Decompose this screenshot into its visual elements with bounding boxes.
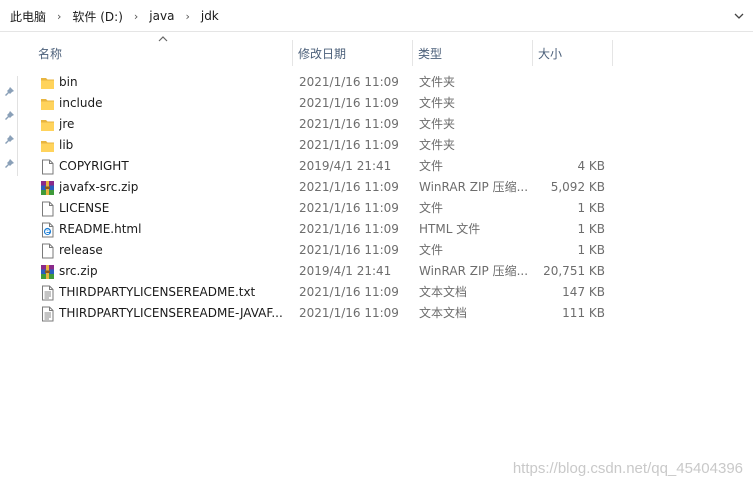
winrar-archive-icon [40, 264, 55, 280]
text-file-icon [40, 306, 55, 322]
address-bar[interactable]: 此电脑 › 软件 (D:) › java › jdk [0, 0, 753, 32]
file-name[interactable]: THIRDPARTYLICENSEREADME-JAVAF... [59, 303, 289, 324]
file-type: 文件夹 [419, 96, 456, 110]
column-divider[interactable] [612, 40, 613, 66]
file-date: 2019/4/1 21:41 [299, 159, 392, 173]
file-date: 2021/1/16 11:09 [299, 138, 399, 152]
file-name[interactable]: THIRDPARTYLICENSEREADME.txt [59, 282, 289, 303]
chevron-right-icon[interactable]: › [125, 10, 147, 23]
file-name[interactable]: src.zip [59, 261, 289, 282]
folder-icon [40, 138, 55, 154]
file-type: 文件 [419, 159, 444, 173]
file-name[interactable]: COPYRIGHT [59, 156, 289, 177]
file-type: WinRAR ZIP 压缩... [419, 180, 529, 194]
breadcrumb-drive-d[interactable]: 软件 (D:) [70, 8, 124, 25]
file-name[interactable]: bin [59, 72, 289, 93]
watermark: https://blog.csdn.net/qq_45404396 [512, 460, 743, 477]
breadcrumb-java[interactable]: java [147, 9, 176, 23]
chevron-down-icon[interactable] [725, 0, 753, 32]
file-name[interactable]: README.html [59, 219, 289, 240]
file-type: HTML 文件 [419, 222, 481, 236]
file-date: 2021/1/16 11:09 [299, 243, 399, 257]
text-file-icon [40, 285, 55, 301]
file-row[interactable]: README.html 2021/1/16 11:09 HTML 文件 1 KB [0, 219, 753, 240]
file-list: bin 2021/1/16 11:09 文件夹 include 2021/1/16 11… [0, 72, 753, 324]
file-size: 4 KB [577, 159, 605, 173]
file-size: 111 KB [562, 306, 605, 320]
file-size: 1 KB [577, 201, 605, 215]
file-icon [40, 201, 55, 217]
file-size: 1 KB [577, 243, 605, 257]
file-date: 2021/1/16 11:09 [299, 222, 399, 236]
file-row[interactable]: jre 2021/1/16 11:09 文件夹 [0, 114, 753, 135]
file-row[interactable]: LICENSE 2021/1/16 11:09 文件 1 KB [0, 198, 753, 219]
file-name[interactable]: release [59, 240, 289, 261]
file-size: 5,092 KB [550, 180, 605, 194]
file-row[interactable]: lib 2021/1/16 11:09 文件夹 [0, 135, 753, 156]
column-header-type[interactable]: 类型 [418, 40, 442, 66]
file-row[interactable]: bin 2021/1/16 11:09 文件夹 [0, 72, 753, 93]
file-name[interactable]: jre [59, 114, 289, 135]
file-row[interactable]: THIRDPARTYLICENSEREADME.txt 2021/1/16 11:… [0, 282, 753, 303]
folder-icon [40, 117, 55, 133]
file-size: 20,751 KB [543, 264, 605, 278]
file-type: 文件 [419, 243, 444, 257]
file-date: 2021/1/16 11:09 [299, 180, 399, 194]
file-size: 147 KB [562, 285, 605, 299]
file-date: 2021/1/16 11:09 [299, 201, 399, 215]
folder-icon [40, 75, 55, 91]
file-type: WinRAR ZIP 压缩... [419, 264, 529, 278]
chevron-right-icon[interactable]: › [176, 10, 198, 23]
breadcrumb-this-pc[interactable]: 此电脑 [8, 8, 48, 25]
html-file-icon [40, 222, 55, 238]
file-type: 文件夹 [419, 138, 456, 152]
file-row[interactable]: THIRDPARTYLICENSEREADME-JAVAF... 2021/1/1… [0, 303, 753, 324]
breadcrumb: 此电脑 › 软件 (D:) › java › jdk [8, 0, 221, 32]
column-divider[interactable] [412, 40, 413, 66]
file-icon [40, 243, 55, 259]
sort-up-icon [158, 36, 168, 42]
column-header-date[interactable]: 修改日期 [298, 40, 346, 66]
file-row[interactable]: src.zip 2019/4/1 21:41 WinRAR ZIP 压缩... 20,… [0, 261, 753, 282]
column-divider[interactable] [292, 40, 293, 66]
file-type: 文件 [419, 201, 444, 215]
breadcrumb-jdk[interactable]: jdk [199, 9, 221, 23]
file-row[interactable]: include 2021/1/16 11:09 文件夹 [0, 93, 753, 114]
column-header-size[interactable]: 大小 [538, 40, 562, 66]
file-date: 2019/4/1 21:41 [299, 264, 392, 278]
file-date: 2021/1/16 11:09 [299, 75, 399, 89]
file-row[interactable]: javafx-src.zip 2021/1/16 11:09 WinRAR ZIP … [0, 177, 753, 198]
file-name[interactable]: LICENSE [59, 198, 289, 219]
column-header-name[interactable]: 名称 [38, 40, 62, 66]
file-date: 2021/1/16 11:09 [299, 96, 399, 110]
chevron-right-icon[interactable]: › [48, 10, 70, 23]
file-size: 1 KB [577, 222, 605, 236]
file-icon [40, 159, 55, 175]
file-type: 文本文档 [419, 285, 468, 299]
file-row[interactable]: release 2021/1/16 11:09 文件 1 KB [0, 240, 753, 261]
winrar-archive-icon [40, 180, 55, 196]
file-type: 文本文档 [419, 306, 468, 320]
file-row[interactable]: COPYRIGHT 2019/4/1 21:41 文件 4 KB [0, 156, 753, 177]
file-date: 2021/1/16 11:09 [299, 285, 399, 299]
file-date: 2021/1/16 11:09 [299, 117, 399, 131]
column-divider[interactable] [532, 40, 533, 66]
file-name[interactable]: include [59, 93, 289, 114]
file-type: 文件夹 [419, 117, 456, 131]
file-name[interactable]: javafx-src.zip [59, 177, 289, 198]
file-name[interactable]: lib [59, 135, 289, 156]
file-date: 2021/1/16 11:09 [299, 306, 399, 320]
file-type: 文件夹 [419, 75, 456, 89]
folder-icon [40, 96, 55, 112]
